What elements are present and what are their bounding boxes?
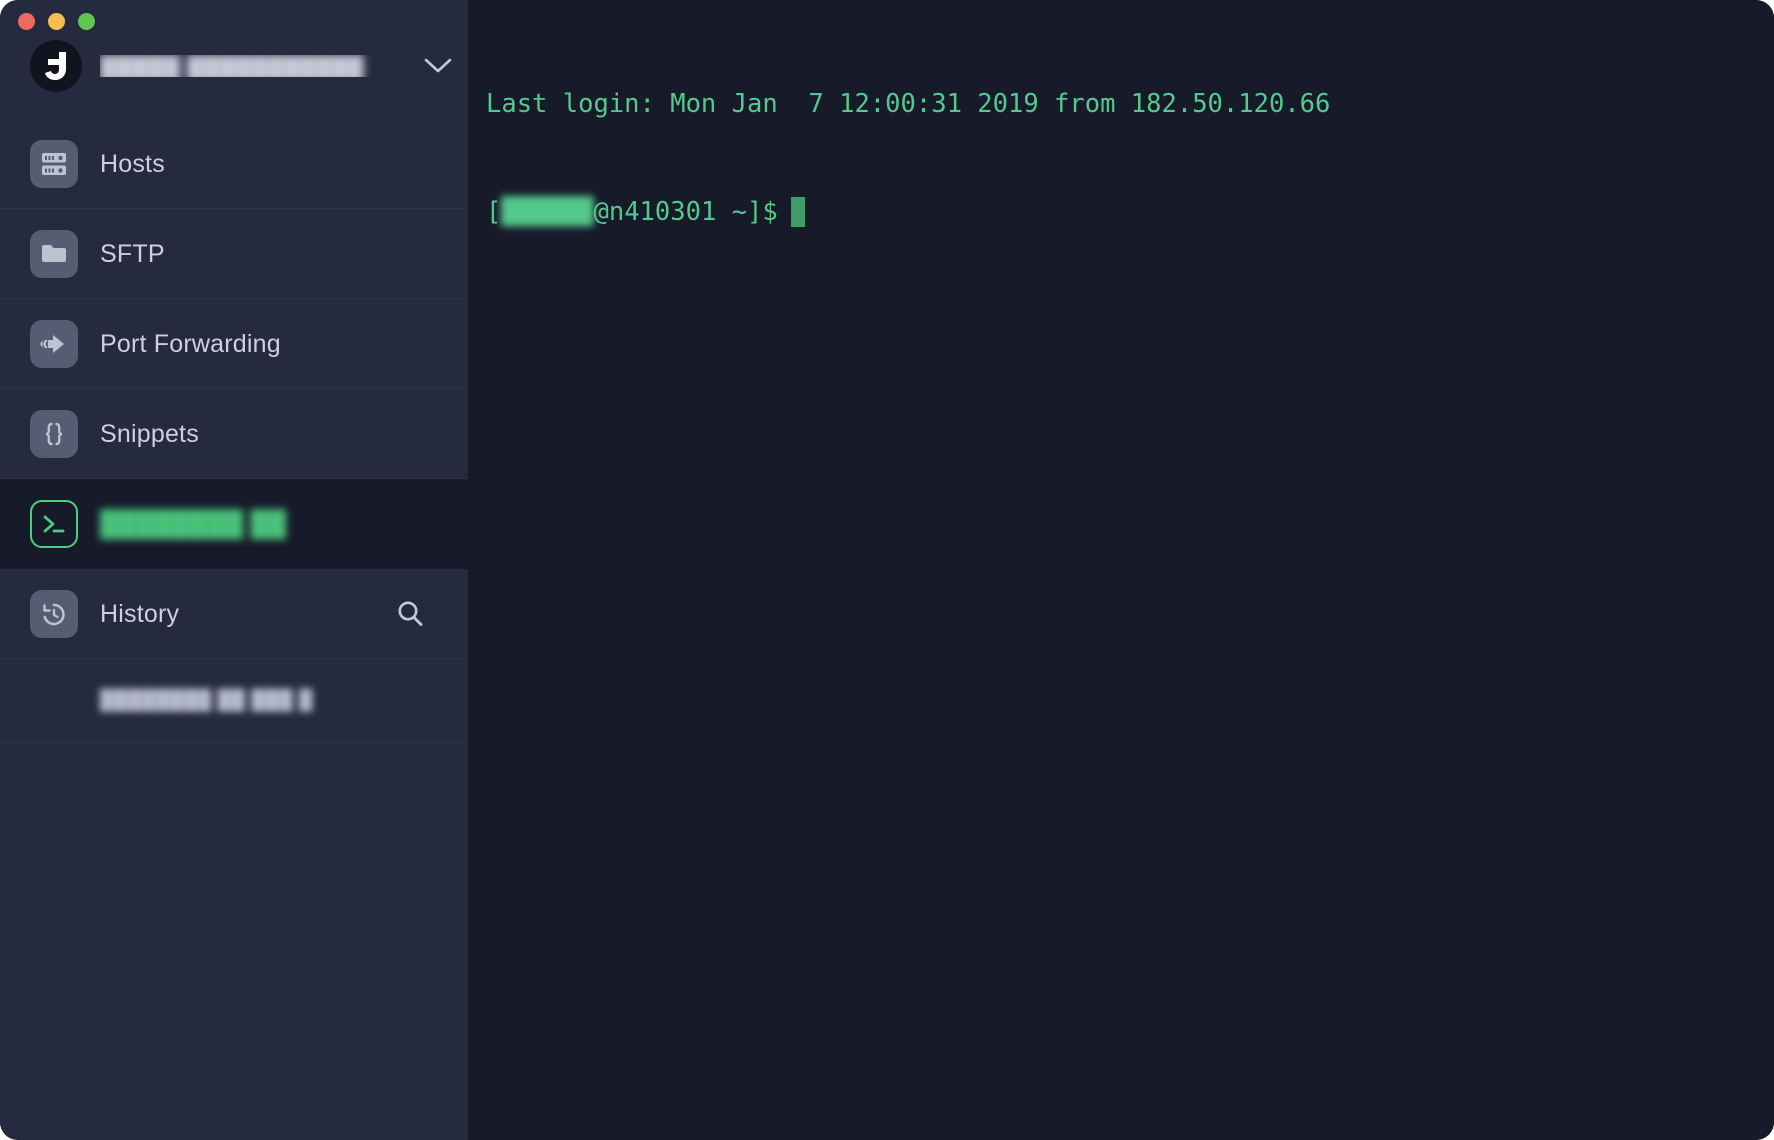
sidebar: █████ ███████████ Hosts SFTP Port Forwar… bbox=[0, 0, 468, 1140]
sidebar-item-port-forwarding[interactable]: Port Forwarding bbox=[0, 299, 468, 389]
sidebar-item-label: SFTP bbox=[100, 239, 165, 268]
curly-braces-icon bbox=[30, 410, 78, 458]
account-dropdown-button[interactable] bbox=[408, 57, 468, 75]
close-window-button[interactable] bbox=[18, 13, 35, 30]
account-header[interactable]: █████ ███████████ bbox=[0, 0, 468, 119]
avatar[interactable] bbox=[30, 39, 82, 92]
window-traffic-lights bbox=[18, 13, 95, 30]
sidebar-item-hosts[interactable]: Hosts bbox=[0, 119, 468, 209]
termius-logo-icon bbox=[45, 51, 66, 80]
sidebar-item-label: Snippets bbox=[100, 419, 199, 448]
server-rack-icon bbox=[30, 140, 78, 188]
prompt-path: ~]$ bbox=[716, 197, 778, 227]
sidebar-item-snippets[interactable]: Snippets bbox=[0, 389, 468, 479]
sidebar-item-label: Port Forwarding bbox=[100, 329, 281, 358]
sidebar-item-history[interactable]: History bbox=[0, 569, 468, 659]
terminal-pane[interactable]: Last login: Mon Jan 7 12:00:31 2019 from… bbox=[468, 0, 1774, 1140]
app-window: █████ ███████████ Hosts SFTP Port Forwar… bbox=[0, 0, 1774, 1140]
search-icon bbox=[398, 601, 423, 626]
terminal-cursor bbox=[790, 197, 805, 227]
terminal-prompt-icon bbox=[30, 500, 78, 548]
terminal-line: Last login: Mon Jan 7 12:00:31 2019 from… bbox=[486, 89, 1331, 119]
sidebar-item-label: ████████ ██ bbox=[100, 509, 287, 538]
sidebar-item-terminal-session[interactable]: ████████ ██ bbox=[0, 479, 468, 569]
maximize-window-button[interactable] bbox=[78, 13, 95, 30]
sidebar-item-sftp[interactable]: SFTP bbox=[0, 209, 468, 299]
sidebar-item-label: History bbox=[100, 599, 180, 628]
account-name-label: █████ ███████████ bbox=[100, 54, 365, 77]
folder-icon bbox=[30, 230, 78, 278]
terminal-prompt-line: [██████ @n410301 ~]$ bbox=[486, 194, 1774, 230]
prompt-open-bracket: [ bbox=[486, 197, 502, 227]
account-name: █████ ███████████ bbox=[100, 55, 408, 77]
history-search-button[interactable] bbox=[390, 594, 430, 634]
prompt-host: @n410301 bbox=[593, 197, 717, 227]
forward-arrow-icon bbox=[30, 320, 78, 368]
prompt-username: ██████ bbox=[501, 197, 594, 227]
sidebar-item-label: Hosts bbox=[100, 149, 165, 178]
history-list-item[interactable]: ████████ ██ ███ █ bbox=[0, 659, 468, 743]
terminal-output: Last login: Mon Jan 7 12:00:31 2019 from… bbox=[468, 0, 1774, 302]
minimize-window-button[interactable] bbox=[48, 13, 65, 30]
clock-history-icon bbox=[30, 590, 78, 638]
chevron-down-icon bbox=[424, 58, 452, 72]
history-entry-label: ████████ ██ ███ █ bbox=[100, 690, 313, 711]
